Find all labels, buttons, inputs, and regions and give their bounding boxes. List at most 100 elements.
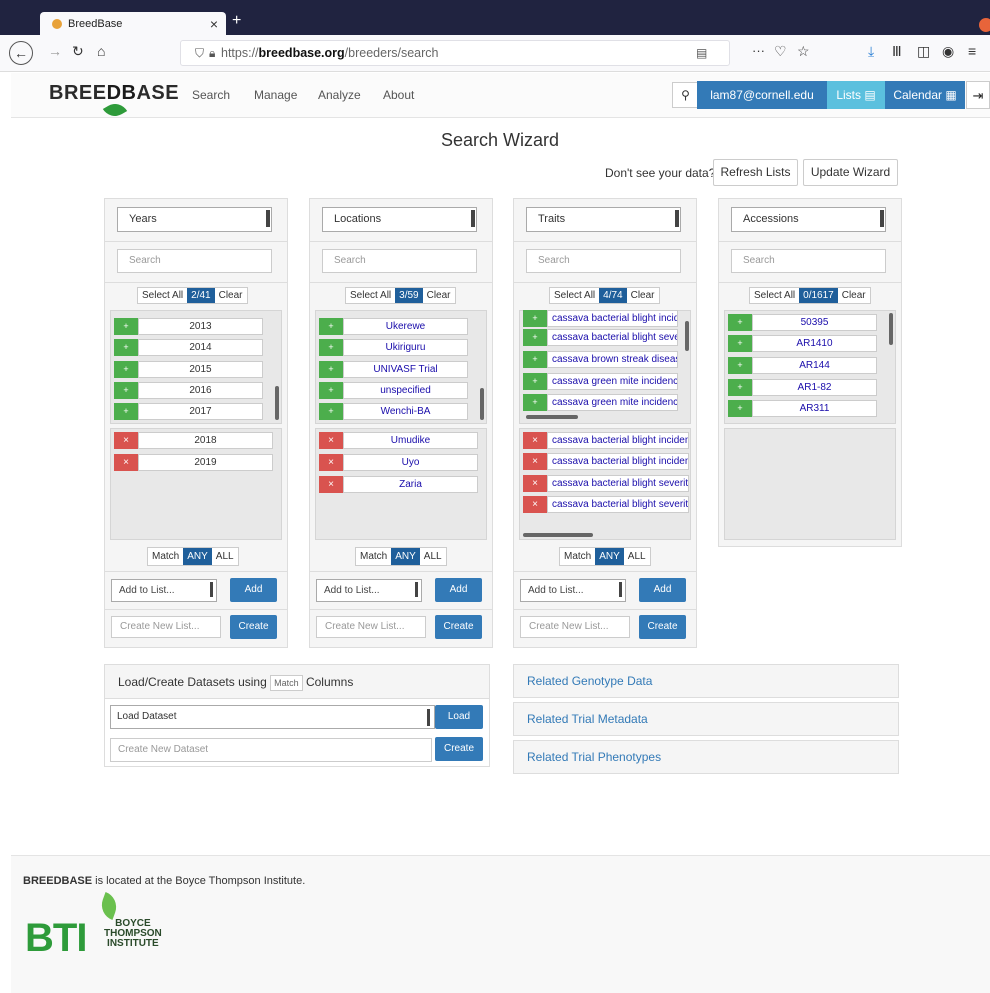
list-item[interactable]: +2016 [114,382,263,399]
remove-icon[interactable]: × [523,496,547,513]
add-icon[interactable]: + [319,361,343,378]
scrollbar[interactable] [480,388,484,420]
remove-icon[interactable]: × [523,453,547,470]
menu-analyze[interactable]: Analyze [318,88,361,102]
pocket-icon[interactable]: ♡ [774,43,787,60]
horizontal-scrollbar[interactable] [523,533,593,537]
list-item[interactable]: × cassava bacterial blight inciden [523,453,689,470]
create-button[interactable]: Create [435,615,482,639]
calendar-button[interactable]: Calendar ▦ [885,81,965,109]
select-all-button[interactable]: Select All [346,288,396,303]
lists-button[interactable]: Lists ▤ [827,81,885,109]
add-icon[interactable]: + [523,394,547,411]
library-icon[interactable]: Ⅲ [892,43,902,60]
reader-view-icon[interactable]: ▤ [696,46,707,60]
load-dataset-select[interactable]: Load Dataset [110,705,435,729]
list-item[interactable]: × Umudike [319,432,478,449]
add-icon[interactable]: + [523,351,547,368]
add-icon[interactable]: + [319,339,343,356]
list-item[interactable]: × 2018 [114,432,273,449]
scrollbar[interactable] [685,321,689,351]
bookmark-star-icon[interactable]: ☆ [797,43,810,60]
add-button[interactable]: Add [230,578,277,602]
search-icon[interactable]: ⚲ [672,82,699,108]
search-input[interactable]: Search [117,249,272,273]
user-account-button[interactable]: lam87@cornell.edu [697,81,827,109]
sidebar-icon[interactable]: ◫ [917,43,930,60]
remove-icon[interactable]: × [319,454,343,471]
match-any-button[interactable]: ANY [391,548,420,565]
add-icon[interactable]: + [114,382,138,399]
account-icon[interactable]: ◉ [942,43,954,60]
close-tab-icon[interactable]: × [210,16,218,32]
related-trial-phenotypes-button[interactable]: Related Trial Phenotypes [513,740,899,774]
update-wizard-button[interactable]: Update Wizard [803,159,898,186]
add-button[interactable]: Add [435,578,482,602]
scrollbar[interactable] [275,386,279,420]
close-window-icon[interactable] [979,18,990,32]
list-item[interactable]: + Ukerewe [319,318,468,335]
list-item[interactable]: +2014 [114,339,263,356]
clear-button[interactable]: Clear [626,288,659,303]
more-icon[interactable]: ··· [752,43,765,58]
list-item[interactable]: + Wenchi-BA [319,403,468,420]
list-item[interactable]: + cassava brown streak disease [523,351,678,368]
download-icon[interactable]: ⤓ [868,43,874,60]
menu-about[interactable]: About [383,88,414,102]
url-bar[interactable]: ⛉ 🔒︎ https://breedbase.org/breeders/sear… [180,40,730,66]
list-item[interactable]: +2017 [114,403,263,420]
select-all-button[interactable]: Select All [550,288,600,303]
add-icon[interactable]: + [728,357,752,374]
create-button[interactable]: Create [639,615,686,639]
list-item[interactable]: × cassava bacterial blight severity [523,475,689,492]
search-input[interactable]: Search [731,249,886,273]
list-item[interactable]: + cassava green mite incidence [523,373,678,390]
menu-manage[interactable]: Manage [254,88,297,102]
select-all-button[interactable]: Select All [750,288,800,303]
browser-tab[interactable]: BreedBase × [40,12,226,35]
logout-icon[interactable]: ⇥ [966,81,990,109]
add-icon[interactable]: + [523,373,547,390]
list-item[interactable]: × Zaria [319,476,478,493]
add-icon[interactable]: + [728,314,752,331]
horizontal-scrollbar[interactable] [526,415,578,419]
list-item[interactable]: + cassava bacterial blight incide [523,310,678,327]
list-item[interactable]: + unspecified [319,382,468,399]
search-input[interactable]: Search [322,249,477,273]
add-icon[interactable]: + [523,310,547,327]
list-item[interactable]: + AR144 [728,357,877,374]
refresh-lists-button[interactable]: Refresh Lists [713,159,798,186]
forward-arrow-icon[interactable]: → [48,43,62,59]
create-button[interactable]: Create [230,615,277,639]
list-item[interactable]: × cassava bacterial blight severity [523,496,689,513]
related-trial-metadata-button[interactable]: Related Trial Metadata [513,702,899,736]
remove-icon[interactable]: × [114,454,138,471]
remove-icon[interactable]: × [523,432,547,449]
create-new-list-input[interactable]: Create New List... [316,616,426,638]
add-icon[interactable]: + [114,318,138,335]
add-icon[interactable]: + [319,403,343,420]
list-item[interactable]: × cassava bacterial blight inciden [523,432,689,449]
reload-icon[interactable]: ↻ [72,43,84,60]
add-icon[interactable]: + [114,361,138,378]
search-input[interactable]: Search [526,249,681,273]
list-item[interactable]: +50395 [728,314,877,331]
select-all-button[interactable]: Select All [138,288,188,303]
list-item[interactable]: + AR311 [728,400,877,417]
list-item[interactable]: × 2019 [114,454,273,471]
list-item[interactable]: + Ukiriguru [319,339,468,356]
match-all-button[interactable]: ALL [212,548,238,565]
back-arrow-icon[interactable]: ← [9,41,33,65]
remove-icon[interactable]: × [319,432,343,449]
add-icon[interactable]: + [728,379,752,396]
clear-button[interactable]: Clear [837,288,870,303]
home-icon[interactable]: ⌂ [97,43,105,59]
footer-logo-pre[interactable]: BREE [23,875,54,887]
list-item[interactable]: + UNIVASF Trial [319,361,468,378]
related-genotype-data-button[interactable]: Related Genotype Data [513,664,899,698]
add-button[interactable]: Add [639,578,686,602]
menu-search[interactable]: Search [192,88,230,102]
datasets-match-button[interactable]: Match [270,674,303,691]
list-item[interactable]: +2013 [114,318,263,335]
footer-logo-post[interactable]: ASE [69,875,92,887]
